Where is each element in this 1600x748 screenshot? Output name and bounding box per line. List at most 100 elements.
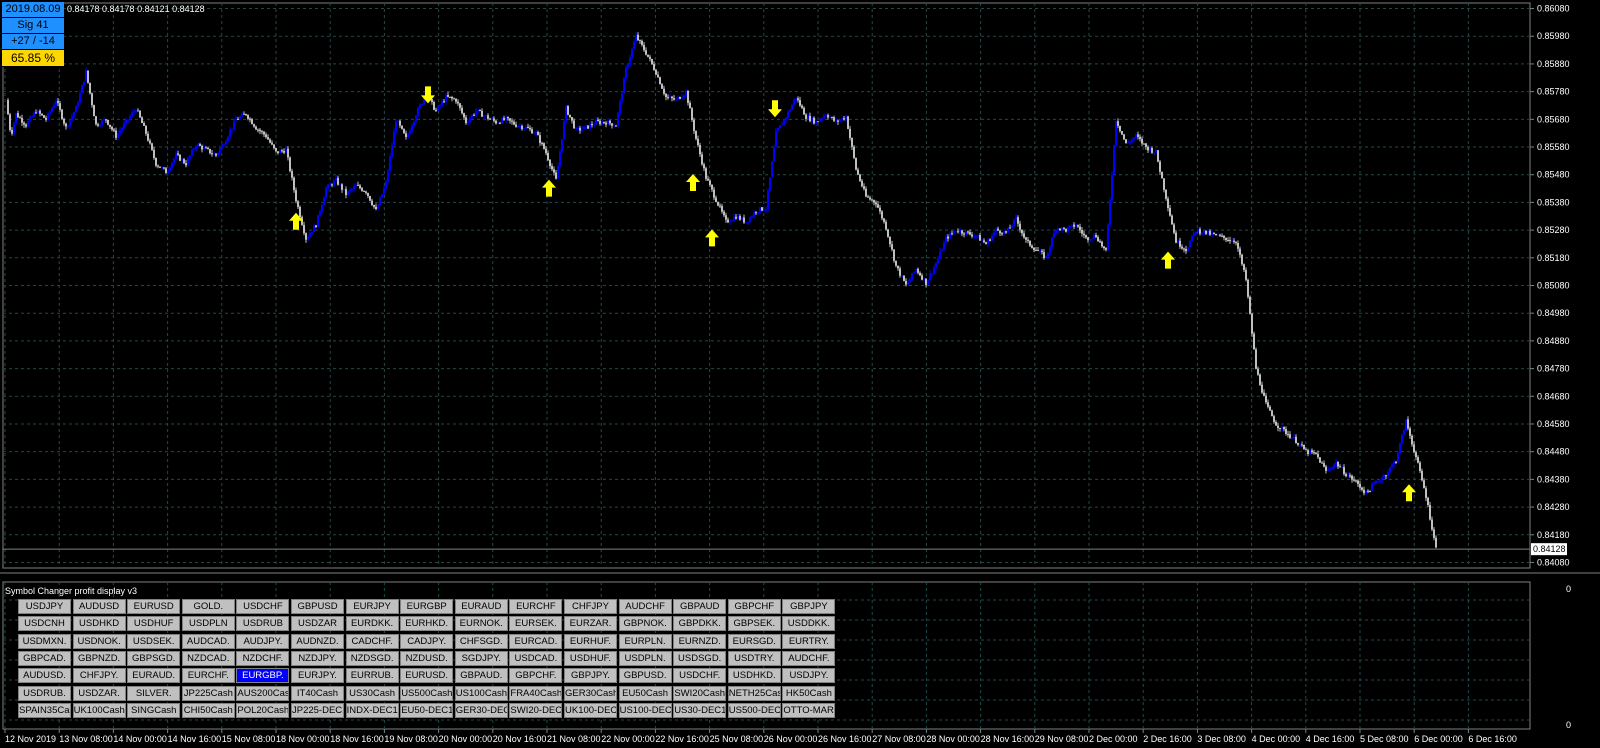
symbol-button-nzdusd[interactable]: NZDUSD. bbox=[400, 650, 454, 666]
symbol-button-us500cash[interactable]: US500Cash bbox=[400, 685, 454, 701]
symbol-button-fra40cash[interactable]: FRA40Cash bbox=[509, 685, 563, 701]
symbol-button-uk100-dec19[interactable]: UK100-DEC19 bbox=[564, 702, 617, 718]
symbol-button-chfsgd[interactable]: CHFSGD. bbox=[454, 633, 508, 649]
symbol-button-gbpjpy[interactable]: GBPJPY bbox=[782, 599, 836, 614]
symbol-button-swi20-dec19[interactable]: SWI20-DEC19 bbox=[509, 702, 563, 718]
symbol-button-euraud[interactable]: EURAUD bbox=[454, 599, 508, 614]
symbol-button-usdnok[interactable]: USDNOK. bbox=[72, 633, 126, 649]
symbol-button-usdtry[interactable]: USDTRY. bbox=[727, 650, 781, 666]
symbol-button-us100-dec19[interactable]: US100-DEC19 bbox=[618, 702, 672, 718]
symbol-button-silver[interactable]: SILVER. bbox=[127, 685, 181, 701]
symbol-button-usdzar[interactable]: USDZAR. bbox=[72, 685, 126, 701]
symbol-button-gbpchf[interactable]: GBPCHF. bbox=[509, 668, 563, 684]
symbol-button-eurchf[interactable]: EURCHF bbox=[509, 599, 563, 614]
symbol-button-ger30-dec19[interactable]: GER30-DEC19 bbox=[454, 702, 508, 718]
symbol-button-us500-dec19[interactable]: US500-DEC19 bbox=[727, 702, 781, 718]
symbol-button-us30-dec19[interactable]: US30-DEC19 bbox=[673, 702, 727, 718]
symbol-button-gold[interactable]: GOLD. bbox=[181, 599, 235, 614]
symbol-button-us30cash[interactable]: US30Cash bbox=[345, 685, 399, 701]
symbol-button-nzdjpy[interactable]: NZDJPY. bbox=[291, 650, 344, 666]
symbol-button-chi50cash[interactable]: CHI50Cash bbox=[181, 702, 235, 718]
symbol-button-eursek[interactable]: EURSEK. bbox=[509, 616, 563, 632]
symbol-button-eurdkk[interactable]: EURDKK. bbox=[345, 616, 399, 632]
symbol-button-gbpaud[interactable]: GBPAUD bbox=[673, 599, 727, 614]
symbol-button-usdmxn[interactable]: USDMXN. bbox=[18, 633, 71, 649]
symbol-button-usddkk[interactable]: USDDKK. bbox=[782, 616, 836, 632]
symbol-button-gbpdkk[interactable]: GBPDKK. bbox=[673, 616, 727, 632]
symbol-button-eurpln[interactable]: EURPLN. bbox=[618, 633, 672, 649]
symbol-button-it40cash[interactable]: IT40Cash bbox=[291, 685, 344, 701]
symbol-button-spain35cash[interactable]: SPAIN35Cash bbox=[18, 702, 71, 718]
symbol-button-gbpusd[interactable]: GBPUSD. bbox=[618, 668, 672, 684]
symbol-button-gbpchf[interactable]: GBPCHF bbox=[727, 599, 781, 614]
symbol-button-eursgd[interactable]: EURSGD. bbox=[727, 633, 781, 649]
symbol-button-chfjpy[interactable]: CHFJPY bbox=[564, 599, 617, 614]
symbol-button-gbpcad[interactable]: GBPCAD. bbox=[18, 650, 71, 666]
symbol-button-usdhuf[interactable]: USDHUF. bbox=[564, 650, 617, 666]
symbol-button-usdsek[interactable]: USDSEK. bbox=[127, 633, 181, 649]
symbol-button-indx-dec19[interactable]: INDX-DEC19 bbox=[345, 702, 399, 718]
symbol-button-nzdcad[interactable]: NZDCAD. bbox=[181, 650, 235, 666]
symbol-button-usdjpy[interactable]: USDJPY bbox=[18, 599, 71, 614]
symbol-button-jp225cash[interactable]: JP225Cash bbox=[181, 685, 235, 701]
symbol-button-usdpln[interactable]: USDPLN bbox=[181, 616, 235, 632]
symbol-button-cadjpy[interactable]: CADJPY. bbox=[400, 633, 454, 649]
symbol-button-gbpsgd[interactable]: GBPSGD. bbox=[127, 650, 181, 666]
symbol-button-usdzar[interactable]: USDZAR bbox=[291, 616, 344, 632]
symbol-button-usdhuf[interactable]: USDHUF bbox=[127, 616, 181, 632]
symbol-button-eu50-dec19[interactable]: EU50-DEC19 bbox=[400, 702, 454, 718]
symbol-button-chfjpy[interactable]: CHFJPY. bbox=[72, 668, 126, 684]
symbol-button-eurhkd[interactable]: EURHKD. bbox=[400, 616, 454, 632]
symbol-button-pol20cash[interactable]: POL20Cash bbox=[236, 702, 290, 718]
symbol-button-audusd[interactable]: AUDUSD bbox=[72, 599, 126, 614]
symbol-button-sgdjpy[interactable]: SGDJPY. bbox=[454, 650, 508, 666]
symbol-button-audchf[interactable]: AUDCHF. bbox=[782, 650, 836, 666]
symbol-button-eurnok[interactable]: EURNOK. bbox=[454, 616, 508, 632]
symbol-button-usdjpy[interactable]: USDJPY. bbox=[782, 668, 836, 684]
symbol-button-eurjpy[interactable]: EURJPY. bbox=[291, 668, 344, 684]
symbol-button-audcad[interactable]: AUDCAD. bbox=[181, 633, 235, 649]
symbol-button-eurusd[interactable]: EURUSD. bbox=[400, 668, 454, 684]
symbol-button-jp225-dec19[interactable]: JP225-DEC19 bbox=[291, 702, 344, 718]
symbol-button-eurusd[interactable]: EURUSD bbox=[127, 599, 181, 614]
symbol-button-usdcnh[interactable]: USDCNH bbox=[18, 616, 71, 632]
symbol-button-aus200cash[interactable]: AUS200Cash bbox=[236, 685, 290, 701]
symbol-button-eurzar[interactable]: EURZAR. bbox=[564, 616, 617, 632]
symbol-button-cadchf[interactable]: CADCHF. bbox=[345, 633, 399, 649]
symbol-button-usdhkd[interactable]: USDHKD. bbox=[727, 668, 781, 684]
symbol-button-eurcad[interactable]: EURCAD. bbox=[509, 633, 563, 649]
symbol-button-eurnzd[interactable]: EURNZD. bbox=[673, 633, 727, 649]
symbol-button-gbpaud[interactable]: GBPAUD. bbox=[454, 668, 508, 684]
symbol-button-eurhuf[interactable]: EURHUF. bbox=[564, 633, 617, 649]
symbol-button-eurgbp[interactable]: EURGBP bbox=[400, 599, 454, 614]
symbol-button-eurgbp[interactable]: EURGBP. bbox=[236, 668, 290, 684]
symbol-button-usdchf[interactable]: USDCHF bbox=[236, 599, 290, 614]
symbol-button-gbpusd[interactable]: GBPUSD bbox=[291, 599, 344, 614]
symbol-button-singcash[interactable]: SINGCash bbox=[127, 702, 181, 718]
symbol-button-usdchf[interactable]: USDCHF. bbox=[673, 668, 727, 684]
symbol-button-ger30cash[interactable]: GER30Cash bbox=[564, 685, 617, 701]
symbol-button-eurtry[interactable]: EURTRY. bbox=[782, 633, 836, 649]
symbol-button-gbpnzd[interactable]: GBPNZD. bbox=[72, 650, 126, 666]
symbol-button-gbpnok[interactable]: GBPNOK. bbox=[618, 616, 672, 632]
symbol-button-eu50cash[interactable]: EU50Cash bbox=[618, 685, 672, 701]
symbol-button-usdrub[interactable]: USDRUB. bbox=[18, 685, 71, 701]
symbol-button-eurjpy[interactable]: EURJPY bbox=[345, 599, 399, 614]
symbol-button-audnzd[interactable]: AUDNZD. bbox=[291, 633, 344, 649]
symbol-button-audusd[interactable]: AUDUSD. bbox=[18, 668, 71, 684]
symbol-button-gbpjpy[interactable]: GBPJPY. bbox=[564, 668, 617, 684]
symbol-button-usdhkd[interactable]: USDHKD bbox=[72, 616, 126, 632]
symbol-button-gbpsek[interactable]: GBPSEK. bbox=[727, 616, 781, 632]
symbol-button-swi20cash[interactable]: SWI20Cash bbox=[673, 685, 727, 701]
symbol-button-otto-mar20[interactable]: OTTO-MAR20 bbox=[782, 702, 836, 718]
symbol-button-audchf[interactable]: AUDCHF bbox=[618, 599, 672, 614]
symbol-button-usdcad[interactable]: USDCAD. bbox=[509, 650, 563, 666]
symbol-button-usdrub[interactable]: USDRUB bbox=[236, 616, 290, 632]
symbol-button-usdpln[interactable]: USDPLN. bbox=[618, 650, 672, 666]
symbol-button-uk100cash[interactable]: UK100Cash bbox=[72, 702, 126, 718]
symbol-button-euraud[interactable]: EURAUD. bbox=[127, 668, 181, 684]
symbol-button-usdsgd[interactable]: USDSGD. bbox=[673, 650, 727, 666]
symbol-button-hk50cash[interactable]: HK50Cash bbox=[782, 685, 836, 701]
symbol-button-eurchf[interactable]: EURCHF. bbox=[181, 668, 235, 684]
symbol-button-neth25cash[interactable]: NETH25Cash bbox=[727, 685, 781, 701]
